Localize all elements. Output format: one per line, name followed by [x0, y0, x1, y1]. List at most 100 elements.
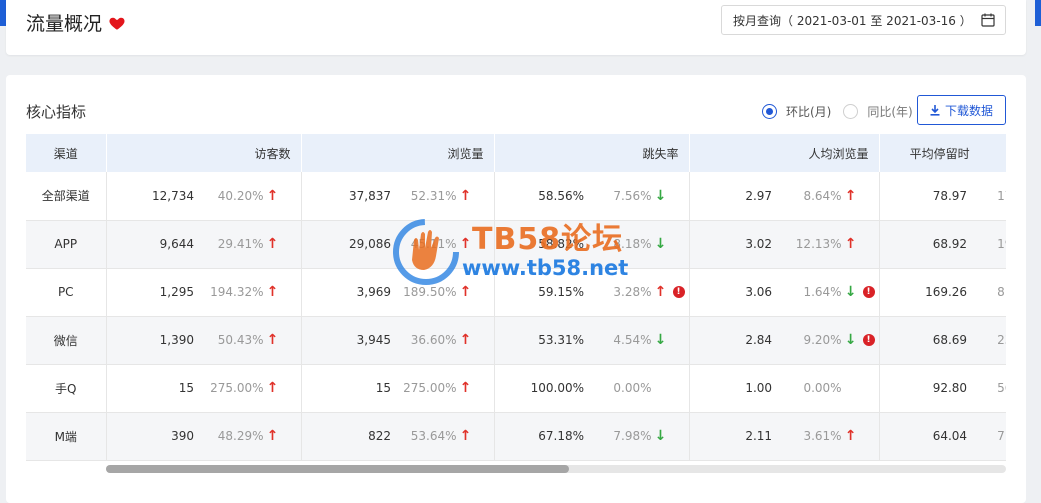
- cell-bounce-rate-change: 7.98% ↓: [584, 412, 690, 461]
- cell-bounce-rate-change-wrapper: 0.00%·: [584, 381, 689, 395]
- table-row[interactable]: M端 390 48.29% ↑ 822 53.64% ↑ 67.18% 7.98% ↓ 2.11 3.…: [26, 412, 1006, 461]
- section-title: 核心指标: [26, 103, 87, 121]
- cell-views-change-text: 36.60%: [410, 333, 457, 347]
- radio-yoy[interactable]: 同比(年): [843, 103, 913, 120]
- cell-views-value: 29,086: [301, 220, 392, 269]
- table-row[interactable]: APP 9,644 29.41% ↑ 29,086 45.11% ↑ 58.82% 8.18% ↓…: [26, 220, 1006, 269]
- cell-avg-views-change-text: 8.64%: [803, 188, 842, 203]
- cell-bounce-rate-value: 58.82%: [494, 220, 585, 269]
- column-header-views[interactable]: 浏览量: [301, 134, 495, 172]
- column-header-avg-views[interactable]: 人均浏览量: [689, 134, 880, 172]
- cell-bounce-rate-change-text: 3.28%: [613, 285, 652, 299]
- cell-bounce-rate-change: 0.00%·: [584, 364, 690, 413]
- radio-mom-indicator[interactable]: [762, 104, 777, 119]
- table-row[interactable]: 手Q15275.00%↑15275.00%↑100.00%0.00%·1.000…: [26, 364, 1006, 413]
- cell-visitors-change-text: 48.29%: [217, 429, 264, 443]
- cell-avg-stay-value: 169.26: [879, 268, 968, 317]
- warning-icon[interactable]: !: [672, 286, 685, 298]
- cell-views-change-text: 53.64%: [410, 429, 457, 443]
- cell-views-change-wrapper: 45.11% ↑: [391, 237, 494, 251]
- cell-bounce-rate-change-wrapper: 7.98% ↓: [584, 429, 689, 443]
- cell-avg-views-change-wrapper: 1.64% ↓!: [772, 285, 879, 299]
- cell-avg-views-change-wrapper: 12.13% ↑: [772, 237, 879, 251]
- cell-views-change: 275.00% ↑: [391, 364, 495, 413]
- cell-bounce-rate-change-wrapper: 7.56% ↓: [584, 189, 689, 203]
- cell-channel: 微信: [26, 316, 107, 365]
- date-range-picker[interactable]: 按月查询（ 2021-03-01 至 2021-03-16 ）: [721, 5, 1006, 35]
- cell-avg-views-value: 3.02: [689, 220, 773, 269]
- cell-avg-stay-value: 92.80: [879, 364, 968, 413]
- cell-visitors-change-text: 50.43%: [217, 333, 264, 347]
- cell-avg-stay-value: 68.69: [879, 316, 968, 365]
- scrollbar-thumb[interactable]: [106, 465, 569, 473]
- column-header-visitors[interactable]: 访客数: [106, 134, 302, 172]
- cell-avg-stay-value: 68.92: [879, 220, 968, 269]
- cell-avg-stay-change: 19.: [967, 220, 1006, 269]
- cell-avg-views-change: 12.13% ↑: [772, 220, 880, 269]
- cell-avg-views-value: 2.84: [689, 316, 773, 365]
- cell-avg-views-change: 1.64% ↓!: [772, 268, 880, 317]
- cell-bounce-rate-change: 4.54% ↓: [584, 316, 690, 365]
- cell-avg-views-change: 8.64% ↑: [772, 172, 880, 221]
- arrow-down-icon: ↓: [844, 284, 857, 300]
- cell-avg-stay-value: 64.04: [879, 412, 968, 461]
- cell-views-value: 37,837: [301, 172, 392, 221]
- cell-avg-stay-change: 8.: [967, 268, 1006, 317]
- cell-visitors-value: 1,390: [106, 316, 194, 365]
- cell-avg-views-change-wrapper: 8.64% ↑: [772, 189, 879, 203]
- warning-icon[interactable]: !: [862, 286, 875, 298]
- horizontal-scrollbar[interactable]: [106, 465, 1006, 473]
- cell-visitors-change-text: 40.20%: [217, 188, 264, 203]
- cell-avg-views-change: 9.20% ↓!: [772, 316, 880, 365]
- arrow-up-icon: ↑: [266, 332, 279, 348]
- arrow-up-icon: ↑: [266, 428, 279, 444]
- calendar-icon[interactable]: [981, 13, 995, 27]
- download-data-button[interactable]: 下载数据: [917, 95, 1006, 125]
- cell-avg-views-value: 2.11: [689, 412, 773, 461]
- cell-bounce-rate-change-wrapper: 4.54% ↓: [584, 333, 689, 347]
- cell-visitors-change-wrapper: 194.32% ↑: [194, 285, 301, 299]
- cell-bounce-rate-value: 53.31%: [494, 316, 585, 365]
- cell-avg-views-change-wrapper: 0.00%·: [772, 381, 879, 395]
- cell-visitors-change: 50.43% ↑: [194, 316, 302, 365]
- table-row[interactable]: 全部渠道 12,734 40.20% ↑ 37,837 52.31% ↑ 58.56% 7.56…: [26, 172, 1006, 221]
- metrics-table-container[interactable]: 渠道 访客数 浏览量 跳失率 人均浏览量 平均停留时 全部渠道 12,734 40.…: [26, 134, 1006, 461]
- download-label: 下载数据: [944, 103, 993, 118]
- arrow-up-icon: ↑: [459, 380, 472, 396]
- core-metrics-card: 核心指标 环比(月) 同比(年) 下载数据 渠道 访客数 浏览量 跳失率 人均浏…: [6, 75, 1026, 503]
- cell-channel: PC: [26, 268, 107, 317]
- arrow-up-icon: ↑: [459, 428, 472, 444]
- table-row[interactable]: 微信 1,390 50.43% ↑ 3,945 36.60% ↑ 53.31% 4.54% ↓ 2.…: [26, 316, 1006, 365]
- cell-visitors-value: 9,644: [106, 220, 194, 269]
- cell-bounce-rate-change-text: 4.54%: [613, 333, 652, 347]
- cell-views-change-wrapper: 52.31% ↑: [391, 189, 494, 203]
- arrow-up-icon: ↑: [844, 187, 857, 204]
- arrow-up-icon: ↑: [459, 284, 472, 300]
- table-header-row: 渠道 访客数 浏览量 跳失率 人均浏览量 平均停留时: [26, 134, 1006, 172]
- radio-mom[interactable]: 环比(月): [762, 103, 831, 120]
- cell-views-change: 45.11% ↑: [391, 220, 495, 269]
- table-row[interactable]: PC 1,295 194.32% ↑ 3,969 189.50% ↑ 59.15% 3.28% ↑…: [26, 268, 1006, 317]
- arrow-up-icon: ↑: [459, 332, 472, 348]
- warning-icon[interactable]: !: [862, 334, 875, 346]
- column-header-avg-stay[interactable]: 平均停留时: [879, 134, 1006, 172]
- column-header-bounce-rate[interactable]: 跳失率: [494, 134, 690, 172]
- cell-views-change: 52.31% ↑: [391, 172, 495, 221]
- cell-views-change: 189.50% ↑: [391, 268, 495, 317]
- cell-channel: 全部渠道: [26, 172, 107, 221]
- cell-visitors-change: 40.20% ↑: [194, 172, 302, 221]
- cell-views-change-wrapper: 53.64% ↑: [391, 429, 494, 443]
- cell-avg-views-value: 1.00: [689, 364, 773, 413]
- radio-yoy-label: 同比(年): [867, 105, 913, 119]
- cell-channel: 手Q: [26, 364, 107, 413]
- radio-yoy-indicator[interactable]: [843, 104, 859, 119]
- arrow-up-icon: ↑: [459, 187, 472, 204]
- arrow-down-icon: ↓: [654, 428, 667, 444]
- cell-bounce-rate-change-text: 8.18%: [613, 237, 652, 251]
- cell-views-change: 53.64% ↑: [391, 412, 495, 461]
- cell-bounce-rate-change: 3.28% ↑!: [584, 268, 690, 317]
- cell-avg-stay-value: 78.97: [879, 172, 968, 221]
- cell-views-value: 3,945: [301, 316, 392, 365]
- cell-bounce-rate-value: 58.56%: [494, 172, 585, 221]
- heart-icon[interactable]: [108, 14, 126, 32]
